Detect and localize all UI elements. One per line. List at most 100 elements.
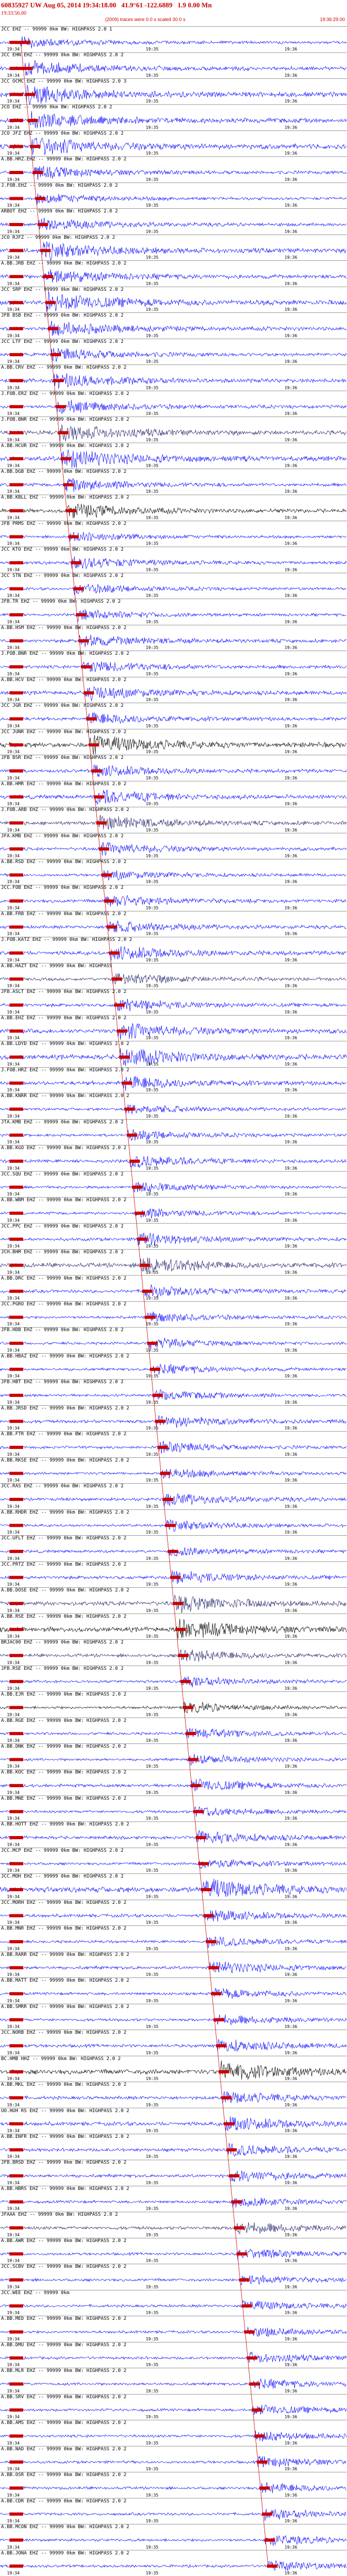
arrival-pick-marker [50, 353, 61, 357]
arrival-pick-marker [251, 2408, 262, 2412]
start-time-label: 19:33:56.00 [1, 11, 27, 16]
waveform-trace [0, 2456, 346, 2468]
arrival-pick-marker [165, 1524, 176, 1527]
arrival-pick-marker [213, 2018, 224, 2022]
event-id: 60835927 [1, 1, 28, 9]
time-tick-label: 19:36 [284, 281, 298, 286]
arrival-pick-marker [101, 873, 112, 877]
arrival-pick-marker [229, 2174, 240, 2178]
time-tick-label: 19:36 [284, 619, 298, 624]
time-tick-label: 19:34 [7, 1036, 20, 1041]
arrival-pick-marker [65, 509, 76, 513]
origin-pick-marker [9, 1862, 23, 1865]
origin-pick-marker [9, 67, 23, 70]
waveform-trace [0, 1830, 346, 1844]
time-tick-label: 19:34 [7, 255, 20, 260]
waveform-trace [0, 2482, 346, 2493]
time-tick-label: 19:35 [146, 2362, 159, 2368]
arrival-pick-marker [32, 171, 43, 175]
time-tick-label: 19:36 [284, 515, 298, 520]
trace-label: JCC.UFLT EHZ -- 99999 0km BW: HIGHPASS 2… [1, 1536, 127, 1541]
trace-label: JCC JGR EHZ -- 99999 0km BW: HIGHPASS 2.… [1, 703, 124, 709]
trace-label: A.BB.RARR EHZ -- 99999 0km BW: HIGHPASS … [1, 1952, 129, 1958]
time-tick-label: 19:36 [284, 151, 298, 156]
time-tick-label: 19:35 [146, 1868, 159, 1873]
origin-pick-marker [9, 1576, 23, 1579]
trace-label: J.FOB.ERZ EHZ -- 99999 0km BW: HIGHPASS … [1, 391, 129, 397]
time-tick-label: 19:35 [146, 1738, 159, 1743]
arrival-pick-marker [129, 1159, 140, 1163]
arrival-pick-marker [223, 2122, 234, 2126]
origin-pick-marker [9, 2330, 23, 2334]
arrival-pick-marker [160, 1472, 171, 1475]
time-tick-label: 19:35 [146, 1061, 159, 1067]
time-tick-label: 19:36 [284, 1036, 298, 1041]
arrival-pick-marker [203, 1914, 214, 1918]
trace-label: JCC LTF EHZ -- 99999 0km BW: HIGHPASS 2.… [1, 339, 124, 344]
time-tick-label: 19:35 [146, 1764, 159, 1769]
time-tick-label: 19:34 [7, 775, 20, 780]
arrival-pick-marker [124, 1107, 135, 1111]
time-tick-label: 19:34 [7, 1113, 20, 1119]
time-tick-label: 19:36 [284, 541, 298, 546]
trace-label: JCC STN EHZ -- 99999 0km BW: HIGHPASS 2.… [1, 573, 124, 579]
arrival-pick-marker [27, 119, 38, 123]
trace-label: A.BB.AWR EHZ -- 99999 0km BW: HIGHPASS 2… [1, 2238, 127, 2244]
time-tick-label: 19:35 [146, 1686, 159, 1691]
origin-pick-marker [9, 119, 23, 123]
origin-pick-marker [9, 1836, 23, 1840]
time-tick-label: 19:34 [7, 1790, 20, 1795]
arrival-pick-marker [139, 1263, 150, 1267]
trace-label: JCC OCMC EHZ -- 99999 0km BW: HIGHPASS 2… [1, 78, 127, 84]
waveform-trace [0, 2430, 347, 2442]
time-tick-label: 19:35 [146, 1192, 159, 1197]
time-tick-label: 19:34 [7, 411, 20, 417]
time-tick-label: 19:36 [284, 1608, 298, 1613]
time-tick-label: 19:35 [146, 541, 159, 546]
arrival-pick-marker [267, 2564, 278, 2568]
time-tick-label: 19:36 [284, 2258, 298, 2264]
time-tick-label: 19:35 [146, 73, 159, 78]
arrival-pick-marker [134, 1211, 145, 1215]
trace-label: A.BB.DNK EHZ -- 99999 0km BW: HIGHPASS 2… [1, 1743, 127, 1749]
time-tick-label: 19:36 [284, 1088, 298, 1093]
origin-pick-marker [9, 691, 23, 695]
time-tick-label: 19:35 [146, 385, 159, 390]
arrival-pick-marker [196, 1836, 207, 1840]
time-tick-label: 19:34 [7, 827, 20, 833]
arrival-pick-marker [175, 1628, 186, 1631]
event-lon: -122.6889 [144, 1, 173, 9]
time-tick-label: 19:34 [7, 567, 20, 572]
arrival-pick-marker [91, 769, 102, 773]
arrival-pick-marker [58, 431, 69, 434]
time-tick-label: 19:35 [146, 802, 159, 807]
trace-label: A.BB.HBAZ EHZ -- 99999 0km BW: HIGHPASS … [1, 1353, 129, 1359]
trace-label: J.FOB.BNR EHZ -- 99999 0km BW: HIGHPASS … [1, 417, 129, 423]
time-tick-label: 19:36 [284, 1504, 298, 1509]
origin-pick-marker [9, 1211, 23, 1215]
waveform-trace [0, 1728, 347, 1739]
time-tick-label: 19:34 [7, 1140, 20, 1145]
trace-label: A.BB.MCON EHZ -- 99999 0km BW: HIGHPASS … [1, 2524, 129, 2530]
origin-pick-marker [9, 1992, 23, 1995]
arrival-pick-marker [152, 1394, 163, 1397]
time-tick-label: 19:34 [7, 99, 20, 104]
origin-pick-marker [9, 1367, 23, 1371]
trace-label: A.BB.LDYD EHZ -- 99999 0km BW: HIGHPASS … [1, 1041, 129, 1047]
time-tick-label: 19:36 [284, 125, 298, 130]
time-tick-label: 19:35 [146, 1920, 159, 1925]
time-tick-label: 19:35 [146, 1347, 159, 1353]
arrival-pick-marker [236, 2252, 247, 2256]
arrival-pick-marker [94, 795, 105, 799]
trace-label: JFB.RSE EHZ -- 99999 0km BW: HIGHPASS 2.… [1, 1666, 124, 1671]
time-tick-label: 19:34 [7, 2415, 20, 2420]
scale-note: (2009) traces were 0.0 s scaled 30.0 s [105, 17, 186, 22]
arrival-pick-marker [182, 1706, 193, 1709]
origin-pick-marker [9, 483, 23, 486]
arrival-pick-marker [111, 977, 123, 981]
time-tick-label: 19:36 [284, 1530, 298, 1535]
trace-label: J.FOB.HRZ EHZ -- 99999 0km BW: HIGHPASS … [1, 1067, 129, 1073]
origin-pick-marker [9, 795, 23, 799]
time-tick-label: 19:34 [7, 2362, 20, 2368]
time-tick-label: 19:36 [284, 1634, 298, 1639]
